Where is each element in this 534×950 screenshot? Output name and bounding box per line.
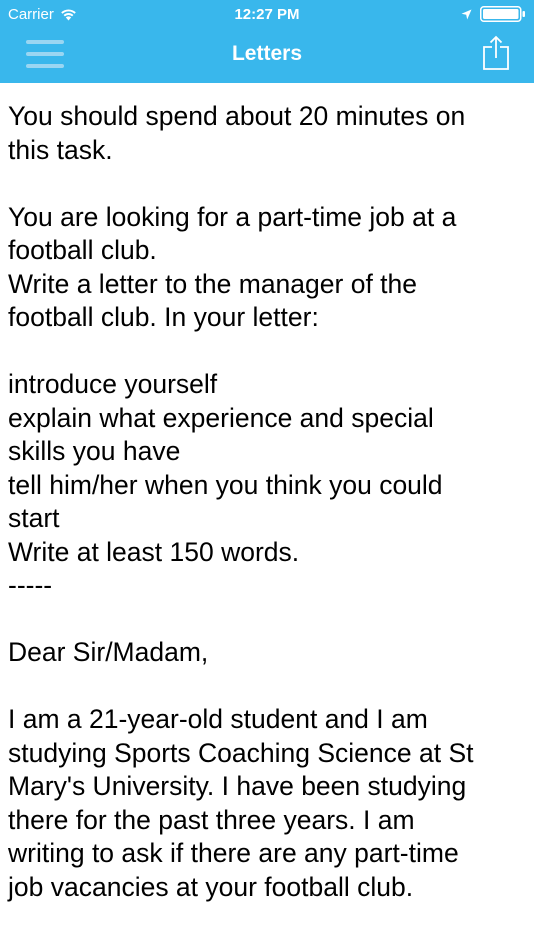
text-line: start [8,503,60,533]
text-line: You are looking for a part-time job at a [8,201,457,232]
text-line: tell him/her when you think you could [8,469,443,500]
text-line: Mary's University. I have been studying [8,771,467,801]
share-button[interactable] [482,35,510,71]
share-icon [483,35,509,70]
page-title: Letters [231,42,303,65]
text-line: explain what experience and special [8,402,434,433]
text-line: studying Sports Coaching Science at St [8,737,474,768]
location-arrow-icon [461,9,472,19]
text-line: I am a 21-year-old student and I am [8,704,428,734]
text-line: introduce yourself [8,369,218,399]
text-line: football club. [8,235,157,265]
salutation-line: Dear Sir/Madam, [8,637,209,667]
text-line: Write a letter to the manager of the [8,268,418,299]
text-line: Write at least 150 words. [8,536,300,567]
separator-line: ----- [8,570,53,600]
status-indicators [461,6,526,22]
text-line: job vacancies at your football club. [8,871,414,902]
letter-content: You should spend about 20 minutes on thi… [8,100,523,904]
text-line: writing to ask if there are any part-tim… [8,838,459,868]
status-time: 12:27 PM [234,6,300,23]
text-line: football club. In your letter: [8,302,319,332]
text-line: skills you have [8,436,181,466]
text-line: this task. [8,134,113,165]
status-bar: Carrier 12:27 PM [0,0,534,28]
app-header: Carrier 12:27 PM Letters [0,0,534,83]
text-line: You should spend about 20 minutes on [8,101,466,131]
navigation-bar: Letters [0,28,534,83]
text-line: there for the past three years. I am [8,804,415,835]
battery-icon [480,6,525,22]
